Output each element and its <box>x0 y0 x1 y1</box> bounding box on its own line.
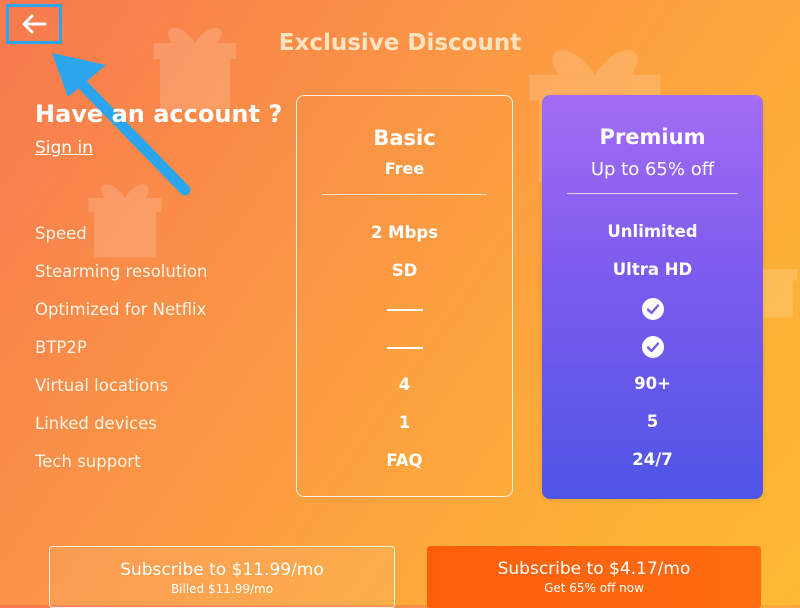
plan-value: Unlimited <box>607 222 698 241</box>
subscribe-premium-button[interactable]: Subscribe to $4.17/mo Get 65% off now <box>427 546 761 608</box>
plan-value: SD <box>391 261 418 280</box>
feature-label: Tech support <box>35 452 141 471</box>
check-icon <box>641 335 664 358</box>
feature-label: BTP2P <box>35 338 87 357</box>
plan-value: 1 <box>398 413 411 432</box>
premium-plan-card[interactable]: Premium Up to 65% off Unlimited Ultra HD… <box>542 95 763 499</box>
button-label: Subscribe to $11.99/mo <box>120 560 324 580</box>
dash-icon <box>297 297 512 321</box>
plan-value: 5 <box>646 412 659 431</box>
button-label: Subscribe to $4.17/mo <box>497 559 691 579</box>
feature-label: Optimized for Netflix <box>35 300 207 319</box>
check-cell <box>542 334 763 358</box>
plan-value: 24/7 <box>632 450 673 469</box>
divider <box>322 194 487 195</box>
feature-label: Stearming resolution <box>35 262 208 281</box>
feature-label: Speed <box>35 224 87 243</box>
basic-plan-card[interactable]: Basic Free 2 Mbps SD 4 1 FAQ <box>296 95 513 497</box>
have-account-heading: Have an account ? <box>35 100 283 128</box>
subscribe-basic-button[interactable]: Subscribe to $11.99/mo Billed $11.99/mo <box>49 546 395 608</box>
dash-icon <box>297 335 512 359</box>
sign-in-link[interactable]: Sign in <box>35 138 93 158</box>
plan-name: Basic <box>373 126 436 150</box>
button-note: Get 65% off now <box>544 581 644 595</box>
plan-value: 2 Mbps <box>370 223 439 242</box>
button-note: Billed $11.99/mo <box>170 582 274 596</box>
plan-value: Ultra HD <box>612 260 693 279</box>
page-title: Exclusive Discount <box>278 30 522 56</box>
feature-label: Linked devices <box>35 414 157 433</box>
plan-discount: Up to 65% off <box>590 159 715 180</box>
plan-value: 4 <box>398 375 411 394</box>
feature-label: Virtual locations <box>35 376 169 395</box>
check-cell <box>542 296 763 320</box>
plan-value: FAQ <box>386 451 423 470</box>
divider <box>567 193 738 194</box>
plan-name: Premium <box>599 125 706 149</box>
check-icon <box>641 297 664 320</box>
plan-value: 90+ <box>634 374 671 393</box>
plan-price: Free <box>384 159 425 178</box>
